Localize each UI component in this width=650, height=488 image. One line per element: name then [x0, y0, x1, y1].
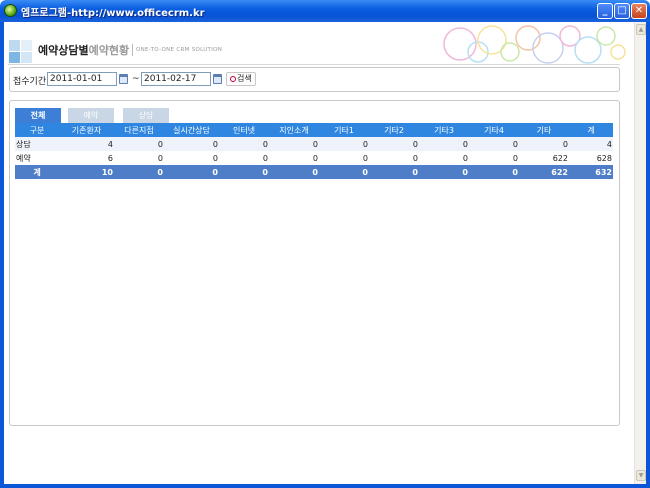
table-header-row: 구분 기존환자 다른지점 실시간상담 인터넷 지인소개 기타1 기타2 기타3 … [15, 123, 613, 137]
minimize-icon: _ [602, 5, 608, 16]
maximize-icon: □ [617, 5, 627, 16]
slogan: ONE-TO-ONE CRM SOLUTION [136, 47, 223, 53]
table-cell: 0 [319, 137, 369, 151]
page-title-main: 예약상담별 [38, 44, 89, 57]
table-cell: 4 [569, 137, 613, 151]
table-cell: 0 [114, 151, 164, 165]
table-cell: 622 [519, 151, 569, 165]
table-cell: 0 [269, 165, 319, 179]
start-date-input[interactable] [47, 72, 117, 86]
row-label: 계 [15, 165, 59, 179]
date-range-separator: ~ [132, 74, 140, 84]
table-cell: 0 [419, 165, 469, 179]
decorative-circles-icon [443, 25, 626, 64]
table-cell: 0 [469, 165, 519, 179]
table-cell: 0 [469, 151, 519, 165]
table-cell: 0 [164, 137, 219, 151]
window-frame-bottom [0, 484, 650, 488]
column-header: 기타 [519, 123, 569, 137]
column-header: 실시간상담 [164, 123, 219, 137]
tab-reservation[interactable]: 예약 [68, 108, 114, 123]
table-cell: 6 [59, 151, 114, 165]
stats-table: 구분 기존환자 다른지점 실시간상담 인터넷 지인소개 기타1 기타2 기타3 … [15, 123, 613, 179]
column-header: 기존환자 [59, 123, 114, 137]
vertical-scrollbar[interactable]: ▲ ▼ [634, 22, 646, 484]
logo-squares-icon [9, 40, 33, 64]
table-cell: 0 [269, 137, 319, 151]
window-frame-left [0, 22, 4, 488]
window-titlebar[interactable]: 엠프로그램-http://www.officecrm.kr _ □ ✕ [0, 0, 650, 22]
table-cell: 0 [419, 151, 469, 165]
column-header: 기타2 [369, 123, 419, 137]
table-cell: 0 [369, 151, 419, 165]
title-divider [132, 44, 133, 56]
minimize-button[interactable]: _ [597, 3, 613, 19]
window-frame-right [646, 22, 650, 488]
header-divider [8, 64, 620, 65]
table-row: 예약 6 0 0 0 0 0 0 0 0 622 628 [15, 151, 613, 165]
table-cell: 0 [114, 165, 164, 179]
column-header: 계 [569, 123, 613, 137]
table-cell: 0 [319, 151, 369, 165]
page-title-sub: 예약현황 [88, 44, 130, 57]
column-header: 기타3 [419, 123, 469, 137]
search-button-label: 검색 [237, 74, 252, 83]
page-title: 예약상담별예약현황 [38, 42, 129, 58]
table-cell: 0 [269, 151, 319, 165]
tab-all[interactable]: 전체 [15, 108, 61, 123]
column-header: 인터넷 [219, 123, 269, 137]
column-header: 기타4 [469, 123, 519, 137]
column-header: 다른지점 [114, 123, 164, 137]
search-icon [230, 76, 236, 82]
table-cell: 0 [519, 137, 569, 151]
table-cell: 0 [114, 137, 164, 151]
row-label: 상담 [15, 137, 59, 151]
table-cell: 10 [59, 165, 114, 179]
table-row: 상담 4 0 0 0 0 0 0 0 0 0 4 [15, 137, 613, 151]
app-icon [4, 4, 17, 17]
table-cell: 4 [59, 137, 114, 151]
table-cell: 0 [219, 137, 269, 151]
table-cell: 0 [219, 165, 269, 179]
table-cell: 632 [569, 165, 613, 179]
window-title: 엠프로그램-http://www.officecrm.kr [21, 8, 205, 19]
table-cell: 0 [419, 137, 469, 151]
scroll-up-icon[interactable]: ▲ [636, 24, 646, 35]
column-header: 구분 [15, 123, 59, 137]
column-header: 기타1 [319, 123, 369, 137]
table-cell: 0 [319, 165, 369, 179]
end-calendar-icon[interactable] [213, 74, 222, 84]
table-cell: 0 [164, 151, 219, 165]
table-cell: 0 [469, 137, 519, 151]
scroll-down-icon[interactable]: ▼ [636, 470, 646, 481]
table-cell: 622 [519, 165, 569, 179]
search-button[interactable]: 검색 [226, 72, 256, 86]
close-icon: ✕ [634, 5, 644, 16]
table-total-row: 계 10 0 0 0 0 0 0 0 0 622 632 [15, 165, 613, 179]
end-date-input[interactable] [141, 72, 211, 86]
table-cell: 0 [219, 151, 269, 165]
table-cell: 0 [369, 137, 419, 151]
start-calendar-icon[interactable] [119, 74, 128, 84]
maximize-button[interactable]: □ [614, 3, 630, 19]
tab-consultation[interactable]: 상담 [123, 108, 169, 123]
row-label: 예약 [15, 151, 59, 165]
table-cell: 628 [569, 151, 613, 165]
close-button[interactable]: ✕ [631, 3, 647, 19]
column-header: 지인소개 [269, 123, 319, 137]
table-cell: 0 [164, 165, 219, 179]
search-period-label: 접수기간 [13, 77, 47, 87]
table-cell: 0 [369, 165, 419, 179]
